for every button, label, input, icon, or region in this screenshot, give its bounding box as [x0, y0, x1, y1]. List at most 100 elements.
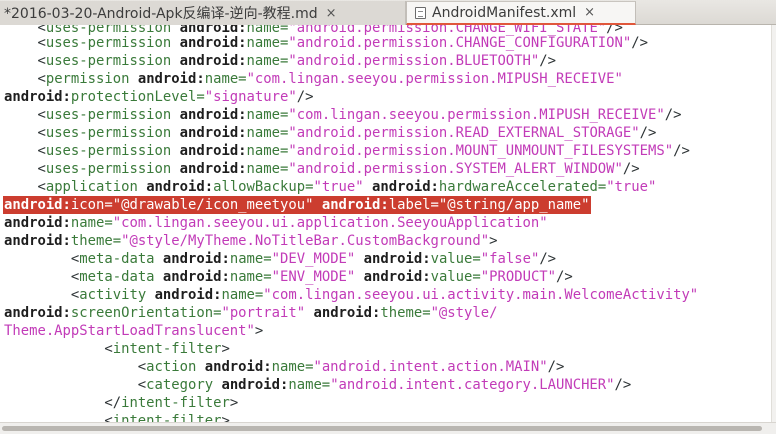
code-line[interactable]: <uses-permission android:name="android.p… — [4, 52, 556, 70]
code-line[interactable]: <uses-permission android:name="android.p… — [4, 34, 648, 52]
code-token: name= — [246, 143, 289, 159]
tab-label: *2016-03-20-Android-Apk反编译-逆向-教程.md — [4, 6, 318, 22]
code-line[interactable]: android:theme="@style/MyTheme.NoTitleBar… — [4, 232, 497, 250]
code-token: android: — [154, 287, 222, 303]
code-token: screenOrientation= — [70, 305, 222, 321]
code-line[interactable]: <uses-permission android:name="com.linga… — [4, 106, 681, 124]
code-token: "com.lingan.seeyou.ui.application.Seeyou… — [112, 215, 548, 231]
code-token: android: — [179, 161, 247, 177]
code-token: < — [4, 71, 46, 87]
code-line[interactable]: <action android:name="android.intent.act… — [4, 358, 565, 376]
code-token: "android.permission.CHANGE_CONFIGURATION… — [288, 35, 632, 51]
code-line[interactable]: <application android:allowBackup="true" … — [4, 178, 656, 196]
code-line[interactable]: android:screenOrientation="portrait" and… — [4, 304, 497, 322]
code-token: name= — [246, 107, 289, 123]
code-token: value= — [430, 269, 481, 285]
horizontal-scrollbar[interactable] — [0, 422, 776, 434]
code-token: android: — [179, 143, 247, 159]
code-token: "ENV_MODE" — [271, 269, 356, 285]
code-token: uses-permission — [45, 125, 180, 141]
code-token: /> — [547, 359, 565, 375]
code-line[interactable]: <meta-data android:name="ENV_MODE" andro… — [4, 268, 573, 286]
tab-label: AndroidManifest.xml — [432, 4, 577, 21]
code-token: android: — [4, 215, 71, 231]
code-token: android: — [146, 179, 214, 195]
code-line[interactable]: <uses-permission android:name="android.p… — [4, 160, 640, 178]
code-token: < — [4, 251, 80, 267]
code-line[interactable]: <meta-data android:name="DEV_MODE" andro… — [4, 250, 556, 268]
code-token: < — [4, 107, 46, 123]
code-token: < — [4, 125, 46, 141]
scrollbar-thumb[interactable] — [2, 426, 762, 431]
code-token: value= — [430, 251, 481, 267]
code-token: /> — [631, 35, 648, 51]
code-token: uses-permission — [45, 107, 180, 123]
code-token: </ — [4, 395, 122, 411]
code-token: "com.lingan.seeyou.permission.MIPUSH_REC… — [288, 107, 665, 123]
code-line[interactable]: <uses-permission android:name="android.p… — [4, 142, 689, 160]
code-line[interactable]: <category android:name="android.intent.c… — [4, 376, 631, 394]
code-token: < — [4, 143, 46, 159]
code-line[interactable]: android:name="com.lingan.seeyou.ui.appli… — [4, 214, 548, 232]
code-token: < — [4, 359, 147, 375]
code-token: > — [221, 413, 230, 422]
code-line[interactable]: Theme.AppStartLoadTranslucent"> — [4, 322, 263, 340]
code-token: /> — [622, 161, 640, 177]
code-token: "android.permission.SYSTEM_ALERT_WINDOW" — [288, 161, 623, 177]
code-line[interactable]: <uses-permission android:name="android.p… — [4, 124, 656, 142]
code-token: < — [4, 377, 147, 393]
code-token: < — [4, 53, 46, 69]
code-line[interactable]: <activity android:name="com.lingan.seeyo… — [4, 286, 698, 304]
code-token: "portrait" — [221, 305, 306, 321]
code-token: > — [229, 395, 239, 411]
code-token: android: — [4, 89, 71, 105]
code-token: android: — [179, 125, 247, 141]
vertical-scrollbar[interactable] — [771, 25, 776, 422]
highlighted-code-line[interactable]: android:icon="@drawable/icon_meetyou" an… — [3, 196, 592, 214]
code-line[interactable]: </intent-filter> — [4, 394, 238, 412]
code-line[interactable]: <intent-filter> — [4, 412, 230, 422]
code-token: protectionLevel= — [70, 89, 205, 105]
code-token: < — [4, 341, 113, 357]
code-token: name= — [246, 35, 289, 51]
tab-markdown-file[interactable]: *2016-03-20-Android-Apk反编译-逆向-教程.md × — [0, 1, 406, 25]
code-token: "android.permission.BLUETOOTH" — [288, 53, 540, 69]
close-icon[interactable]: × — [584, 5, 595, 20]
code-token: name= — [246, 161, 289, 177]
code-token: android: — [363, 269, 431, 285]
code-token: "true" — [313, 179, 364, 195]
code-token: allowBackup= — [213, 179, 314, 195]
code-token: permission — [45, 71, 138, 87]
code-token: "com.lingan.seeyou.permission.MIPUSH_REC… — [246, 71, 623, 87]
code-token: name= — [229, 251, 272, 267]
code-token: < — [4, 179, 46, 195]
code-token: hardwareAccelerated= — [438, 179, 607, 195]
code-token: meta-data — [79, 251, 163, 267]
code-token: uses-permission — [45, 161, 180, 177]
code-line[interactable]: android:protectionLevel="signature"/> — [4, 88, 313, 106]
code-token: > — [254, 323, 264, 339]
code-token: "com.lingan.seeyou.ui.activity.main.Welc… — [263, 287, 699, 303]
code-token: meta-data — [79, 269, 163, 285]
code-token: "false" — [480, 251, 540, 267]
code-token: intent-filter — [121, 395, 230, 411]
code-line[interactable]: <intent-filter> — [4, 340, 229, 358]
code-token: "PRODUCT" — [480, 269, 557, 285]
code-token: "@style/MyTheme.NoTitleBar.CustomBackgro… — [121, 233, 490, 249]
code-token: /> — [614, 377, 632, 393]
code-token: "android.intent.action.MAIN" — [313, 359, 548, 375]
code-token: Theme.AppStartLoadTranslucent" — [4, 323, 255, 339]
code-token: android: — [162, 269, 230, 285]
document-icon — [415, 6, 426, 19]
code-token: "android.permission.MOUNT_UNMOUNT_FILESY… — [288, 143, 674, 159]
code-token: uses-permission — [45, 53, 180, 69]
tab-androidmanifest[interactable]: AndroidManifest.xml × — [406, 1, 636, 25]
code-editor[interactable]: <uses-permission android:name="android.p… — [0, 25, 771, 422]
code-token: android: — [221, 377, 289, 393]
code-token: < — [4, 161, 46, 177]
close-icon[interactable]: × — [326, 6, 337, 21]
code-line[interactable]: <permission android:name="com.lingan.see… — [4, 70, 623, 88]
